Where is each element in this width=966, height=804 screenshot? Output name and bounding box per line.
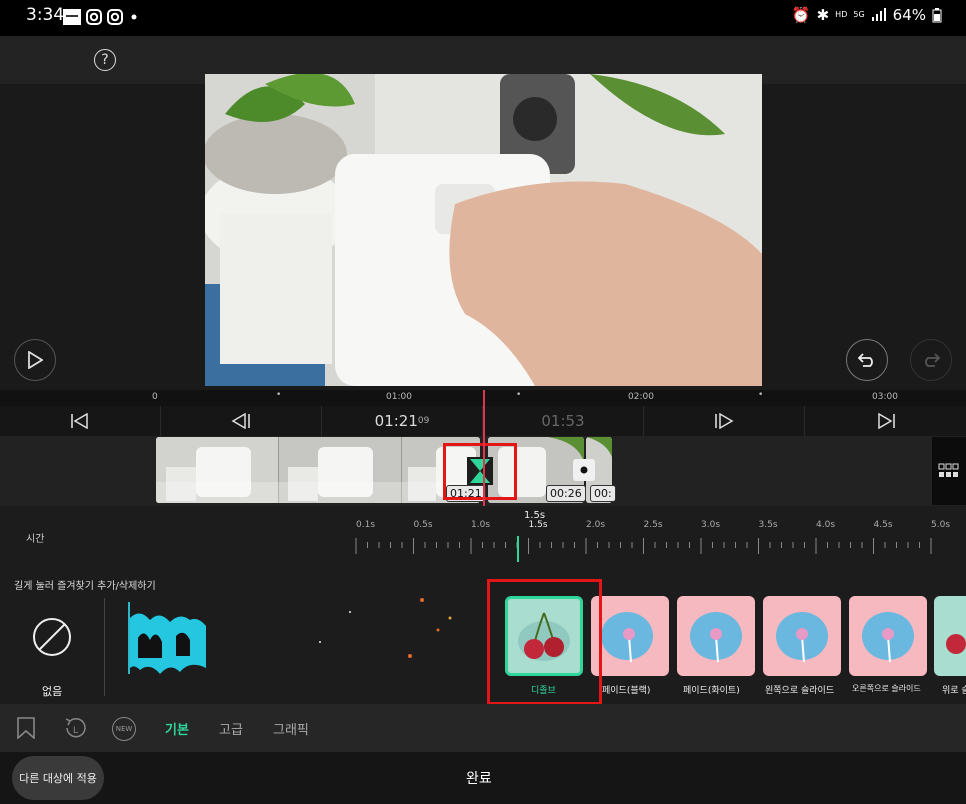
divider [104, 598, 105, 696]
skip-end-icon [877, 413, 895, 429]
duration-indicator[interactable] [517, 536, 519, 562]
ruler-dot: • [758, 390, 764, 400]
cherry-icon [946, 634, 966, 654]
ruler-dot: • [516, 390, 522, 400]
undo-icon [857, 353, 873, 367]
signal-icon [871, 8, 886, 21]
duration-tick-label: 1.0s [471, 520, 491, 530]
total-time: 01:53 [483, 406, 644, 436]
undo-button[interactable] [846, 339, 888, 381]
redo-icon [925, 353, 941, 367]
grid-icon [938, 463, 959, 477]
video-frame-image [205, 74, 762, 386]
play-icon [28, 351, 43, 369]
duration-tick-label: 2.0s [586, 520, 606, 530]
hd-voice-icon: HD [835, 10, 848, 19]
apply-to-others-button[interactable]: 다른 대상에 적용 [12, 756, 104, 800]
current-time: 01:21 09 [322, 406, 483, 436]
current-time-value: 01:21 [374, 412, 418, 430]
current-frame-value: 09 [417, 416, 430, 426]
battery-percent: 64% [892, 6, 926, 24]
duration-tick-label: 1.5s [528, 520, 548, 530]
new-icon[interactable]: NEW [112, 717, 136, 741]
splash-transition-thumb[interactable] [120, 598, 208, 678]
instagram-icon [107, 9, 123, 25]
clip-time-label: 00:26 [546, 485, 586, 502]
none-label: 없음 [42, 685, 63, 698]
alarm-icon: ⏰ [791, 6, 811, 24]
prev-frame-button[interactable] [161, 406, 322, 436]
network-5g-icon: 5G [853, 10, 865, 19]
transition-slide-up[interactable] [934, 596, 966, 676]
particle-transition-thumb[interactable] [300, 598, 480, 678]
favorites-hint: 길게 눌러 즐겨찾기 추가/삭제하기 [14, 581, 156, 592]
transition-label: 위로 슬 [942, 686, 966, 696]
category-tabs [0, 704, 966, 752]
grid-view-button[interactable] [932, 437, 966, 505]
skip-start-icon [71, 413, 88, 429]
duration-label: 시간 [26, 534, 45, 545]
jump-end-button[interactable] [805, 406, 966, 436]
duration-tick-label: 4.0s [816, 520, 836, 530]
none-icon[interactable] [32, 617, 72, 657]
recent-icon[interactable]: L [63, 716, 89, 740]
duration-tick-label: 3.0s [701, 520, 721, 530]
transition-slide-right[interactable] [849, 596, 927, 676]
next-frame-button[interactable] [644, 406, 805, 436]
duration-tick-label: 0.5s [413, 520, 433, 530]
prev-frame-icon [231, 413, 250, 429]
transition-label: 왼쪽으로 슬라이드 [765, 686, 835, 696]
clip-time-label: 00: [590, 485, 616, 502]
transition-label: 오른쪽으로 슬라이드 [852, 684, 921, 693]
jump-start-button[interactable] [0, 406, 161, 436]
new-label: NEW [115, 725, 133, 733]
next-frame-icon [715, 413, 734, 429]
bookmark-icon[interactable] [16, 717, 36, 739]
dot-icon [131, 14, 137, 20]
ruler-label: 03:00 [872, 392, 898, 402]
transition-point-button[interactable] [573, 459, 595, 481]
clip-thumbnails [156, 437, 480, 503]
duration-tick-label: 4.5s [873, 520, 893, 530]
duration-scale[interactable] [352, 536, 932, 562]
transition-fade-black[interactable] [591, 596, 669, 676]
redo-button[interactable] [910, 339, 952, 381]
tab-basic[interactable]: 기본 [165, 719, 189, 738]
dot-icon [580, 466, 588, 474]
highlight-box [443, 443, 517, 500]
play-button[interactable] [14, 339, 56, 381]
ruler-label: 01:00 [386, 392, 412, 402]
duration-tick-label: 3.5s [758, 520, 778, 530]
bluetooth-icon: ✱ [816, 6, 830, 24]
tab-graphic[interactable]: 그래픽 [273, 719, 309, 738]
playhead[interactable] [483, 390, 485, 506]
lollipop-icon [862, 612, 914, 663]
ruler-dot: • [276, 390, 282, 400]
done-button[interactable]: 완료 [466, 768, 492, 788]
svg-text:L: L [73, 726, 78, 736]
duration-tick-label: 2.5s [643, 520, 663, 530]
status-bar: 3:34 ⏰ ✱ HD 5G 64% [0, 0, 966, 36]
lollipop-icon [690, 612, 742, 663]
lollipop-icon [776, 612, 828, 663]
help-icon[interactable]: ? [94, 49, 116, 71]
tab-advanced[interactable]: 고급 [219, 719, 243, 738]
ruler-label: 02:00 [628, 392, 654, 402]
status-time: 3:34 [26, 5, 65, 25]
ruler-label: 0 [152, 392, 158, 402]
lollipop-icon [601, 612, 653, 663]
battery-icon [932, 7, 942, 22]
transition-label: 페이드(블랙) [602, 686, 651, 696]
transition-label: 페이드(화이트) [683, 686, 740, 696]
video-preview[interactable] [205, 74, 762, 386]
video-clip[interactable] [156, 437, 480, 503]
instagram-icon [86, 9, 102, 25]
duration-tick-label: 5.0s [931, 520, 951, 530]
duration-tick-label: 0.1s [356, 520, 376, 530]
transition-fade-white[interactable] [677, 596, 755, 676]
highlight-box [487, 579, 602, 705]
transition-slide-left[interactable] [763, 596, 841, 676]
app-notification-icon [63, 9, 81, 25]
